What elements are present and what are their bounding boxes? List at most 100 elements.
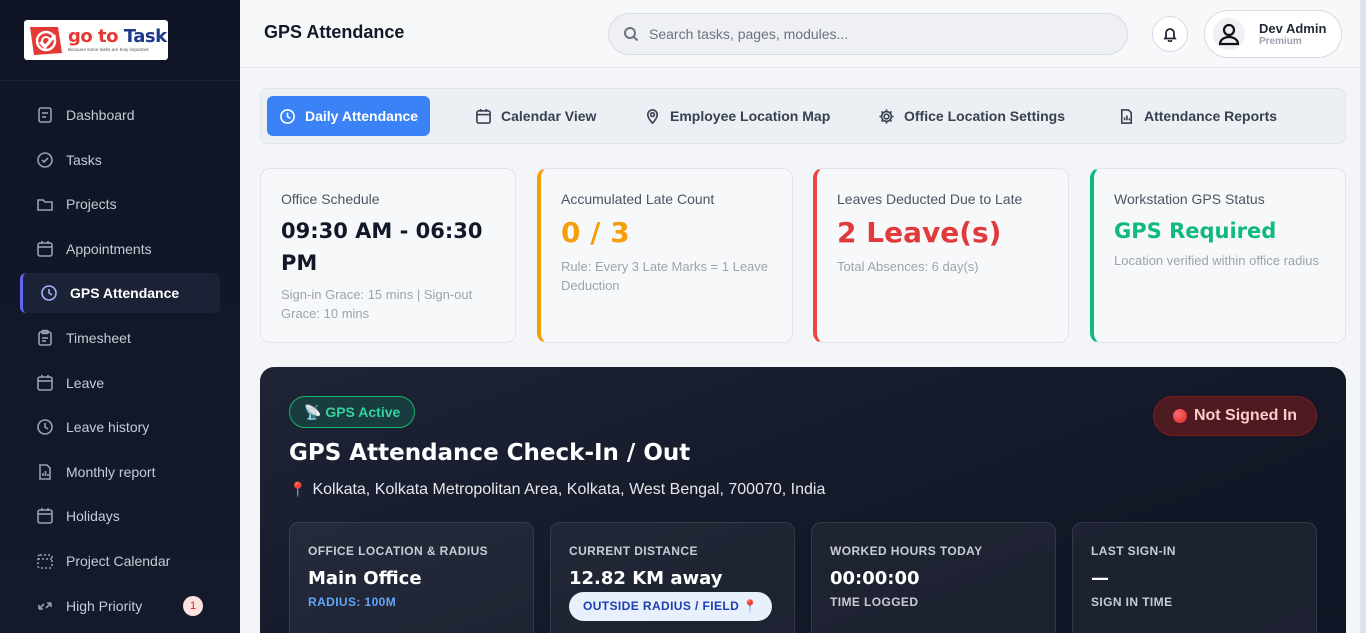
card-label: Accumulated Late Count: [561, 191, 715, 207]
gps-active-badge: 📡 GPS Active: [289, 396, 416, 428]
document-icon: [38, 107, 52, 123]
sidebar-item-timesheet[interactable]: Timesheet: [20, 318, 220, 358]
user-role: Premium: [1259, 35, 1302, 47]
sidebar-item-label: Dashboard: [66, 107, 135, 123]
sidebar-item-leave[interactable]: Leave: [20, 363, 220, 403]
late-count-card: Accumulated Late Count 0 / 3 Rule: Every…: [537, 168, 793, 343]
priority-count-badge: 1: [183, 595, 203, 616]
sidebar-item-holidays[interactable]: Holidays: [20, 496, 220, 536]
tab-calendar-view[interactable]: Calendar View: [463, 96, 608, 136]
tab-office-location-settings[interactable]: Office Location Settings: [866, 96, 1077, 136]
tab-label: Office Location Settings: [904, 108, 1066, 124]
notifications-button[interactable]: [1152, 16, 1188, 52]
calendar-icon: [37, 508, 53, 525]
bell-icon: [1163, 28, 1177, 42]
mini-label: OFFICE LOCATION & RADIUS: [308, 544, 489, 558]
office-radius: RADIUS: 100M: [308, 595, 397, 609]
sidebar-item-projects[interactable]: Projects: [20, 184, 220, 224]
clock-icon: [37, 419, 53, 435]
search-input[interactable]: [649, 26, 1089, 42]
mini-label: CURRENT DISTANCE: [569, 544, 698, 558]
last-signin-box: LAST SIGN-IN — SIGN IN TIME: [1072, 522, 1317, 633]
logo-tagline: Because some tasks are truly important: [68, 47, 149, 52]
sidebar-item-leave-history[interactable]: Leave history: [20, 407, 220, 447]
sidebar-item-label: GPS Attendance: [70, 285, 180, 302]
tab-employee-location-map[interactable]: Employee Location Map: [632, 96, 842, 136]
user-menu[interactable]: Dev Admin Premium: [1204, 10, 1342, 58]
sidebar-item-appointments[interactable]: Appointments: [20, 229, 220, 269]
check-circle-icon: [37, 151, 53, 168]
location-pin-icon: 📍: [289, 481, 307, 497]
gps-panel-title: GPS Attendance Check-In / Out: [289, 440, 691, 466]
sidebar-nav: Dashboard Tasks Projects Appointments GP…: [20, 95, 220, 630]
sidebar-item-label: Leave history: [66, 419, 150, 436]
current-address: 📍 Kolkata, Kolkata Metropolitan Area, Kol…: [289, 481, 825, 499]
sidebar-item-label: Timesheet: [66, 329, 131, 346]
sidebar-item-label: High Priority: [66, 597, 143, 614]
gear-icon: [879, 108, 894, 124]
outside-radius-chip: OUTSIDE RADIUS / FIELD 📍: [569, 592, 773, 621]
sidebar-item-gps-attendance[interactable]: GPS Attendance: [20, 273, 220, 314]
card-label: Workstation GPS Status: [1114, 191, 1265, 207]
office-schedule-value: 09:30 AM - 06:30 PM: [281, 219, 483, 275]
page-title: GPS Attendance: [264, 22, 405, 42]
sidebar-divider: [0, 80, 240, 81]
office-schedule-card: Office Schedule 09:30 AM - 06:30 PM Sign…: [260, 168, 516, 343]
tab-attendance-reports[interactable]: Attendance Reports: [1106, 96, 1289, 136]
calendar-dashed-icon: [37, 554, 53, 569]
sidebar-item-tasks[interactable]: Tasks: [20, 140, 220, 180]
distance-value: 12.82 KM away: [569, 568, 723, 589]
gps-status-text: Location verified within office radius: [1114, 253, 1319, 268]
worked-hours-box: WORKED HOURS TODAY 00:00:00 TIME LOGGED: [811, 522, 1056, 633]
mini-label: LAST SIGN-IN: [1091, 544, 1176, 558]
sidebar-item-project-calendar[interactable]: Project Calendar: [20, 541, 220, 581]
sign-status-text: Not Signed In: [1193, 407, 1298, 424]
page-scrollbar[interactable]: [1360, 0, 1366, 633]
folder-icon: [37, 199, 53, 211]
card-label: Leaves Deducted Due to Late: [837, 191, 1023, 207]
sidebar-item-label: Project Calendar: [66, 552, 171, 569]
logo[interactable]: go to Task Because some tasks are truly …: [24, 20, 168, 60]
late-count-value: 0 / 3: [561, 216, 630, 249]
office-name: Main Office: [308, 568, 422, 589]
calendar-icon: [37, 374, 53, 391]
sidebar-item-label: Tasks: [66, 151, 102, 168]
tab-label: Calendar View: [501, 108, 597, 124]
gps-status-value: GPS Required: [1114, 219, 1277, 243]
map-pin-icon: [646, 108, 659, 124]
gps-status-card: Workstation GPS Status GPS Required Loca…: [1090, 168, 1346, 343]
tab-label: Daily Attendance: [305, 108, 419, 124]
clipboard-icon: [38, 329, 52, 346]
top-header: GPS Attendance Dev Admin Premium: [240, 0, 1366, 68]
report-icon: [1120, 108, 1133, 124]
sidebar-item-label: Leave: [66, 374, 105, 391]
sidebar: go to Task Because some tasks are truly …: [0, 0, 240, 633]
sign-status-badge: Not Signed In: [1153, 396, 1317, 436]
total-absences-text: Total Absences: 6 day(s): [837, 259, 979, 274]
search-bar[interactable]: [608, 13, 1128, 55]
sidebar-item-label: Monthly report: [66, 463, 156, 480]
sidebar-item-high-priority[interactable]: High Priority 1: [20, 586, 220, 626]
sidebar-item-monthly-report[interactable]: Monthly report: [20, 452, 220, 492]
red-dot-icon: [1172, 409, 1187, 423]
tab-label: Attendance Reports: [1144, 108, 1278, 124]
sidebar-item-dashboard[interactable]: Dashboard: [20, 95, 220, 135]
sidebar-item-label: Holidays: [66, 508, 120, 525]
gps-checkin-panel: 📡 GPS Active Not Signed In GPS Attendanc…: [260, 367, 1346, 633]
tab-daily-attendance[interactable]: Daily Attendance: [267, 96, 431, 136]
clock-icon: [41, 285, 57, 302]
mini-label: WORKED HOURS TODAY: [830, 544, 983, 558]
arrows-icon: [38, 601, 52, 610]
time-logged-label: TIME LOGGED: [830, 595, 919, 609]
clock-icon: [280, 108, 295, 124]
office-location-box: OFFICE LOCATION & RADIUS Main Office RAD…: [289, 522, 534, 633]
calendar-icon: [476, 108, 491, 124]
leaves-deducted-card: Leaves Deducted Due to Late 2 Leave(s) T…: [813, 168, 1069, 343]
address-text: Kolkata, Kolkata Metropolitan Area, Kolk…: [312, 481, 826, 498]
leaves-deducted-value: 2 Leave(s): [837, 216, 1002, 249]
user-icon: [1218, 23, 1240, 46]
user-name: Dev Admin: [1259, 20, 1327, 36]
sidebar-item-label: Projects: [66, 196, 117, 213]
card-label: Office Schedule: [281, 191, 380, 207]
tab-label: Employee Location Map: [670, 108, 831, 124]
